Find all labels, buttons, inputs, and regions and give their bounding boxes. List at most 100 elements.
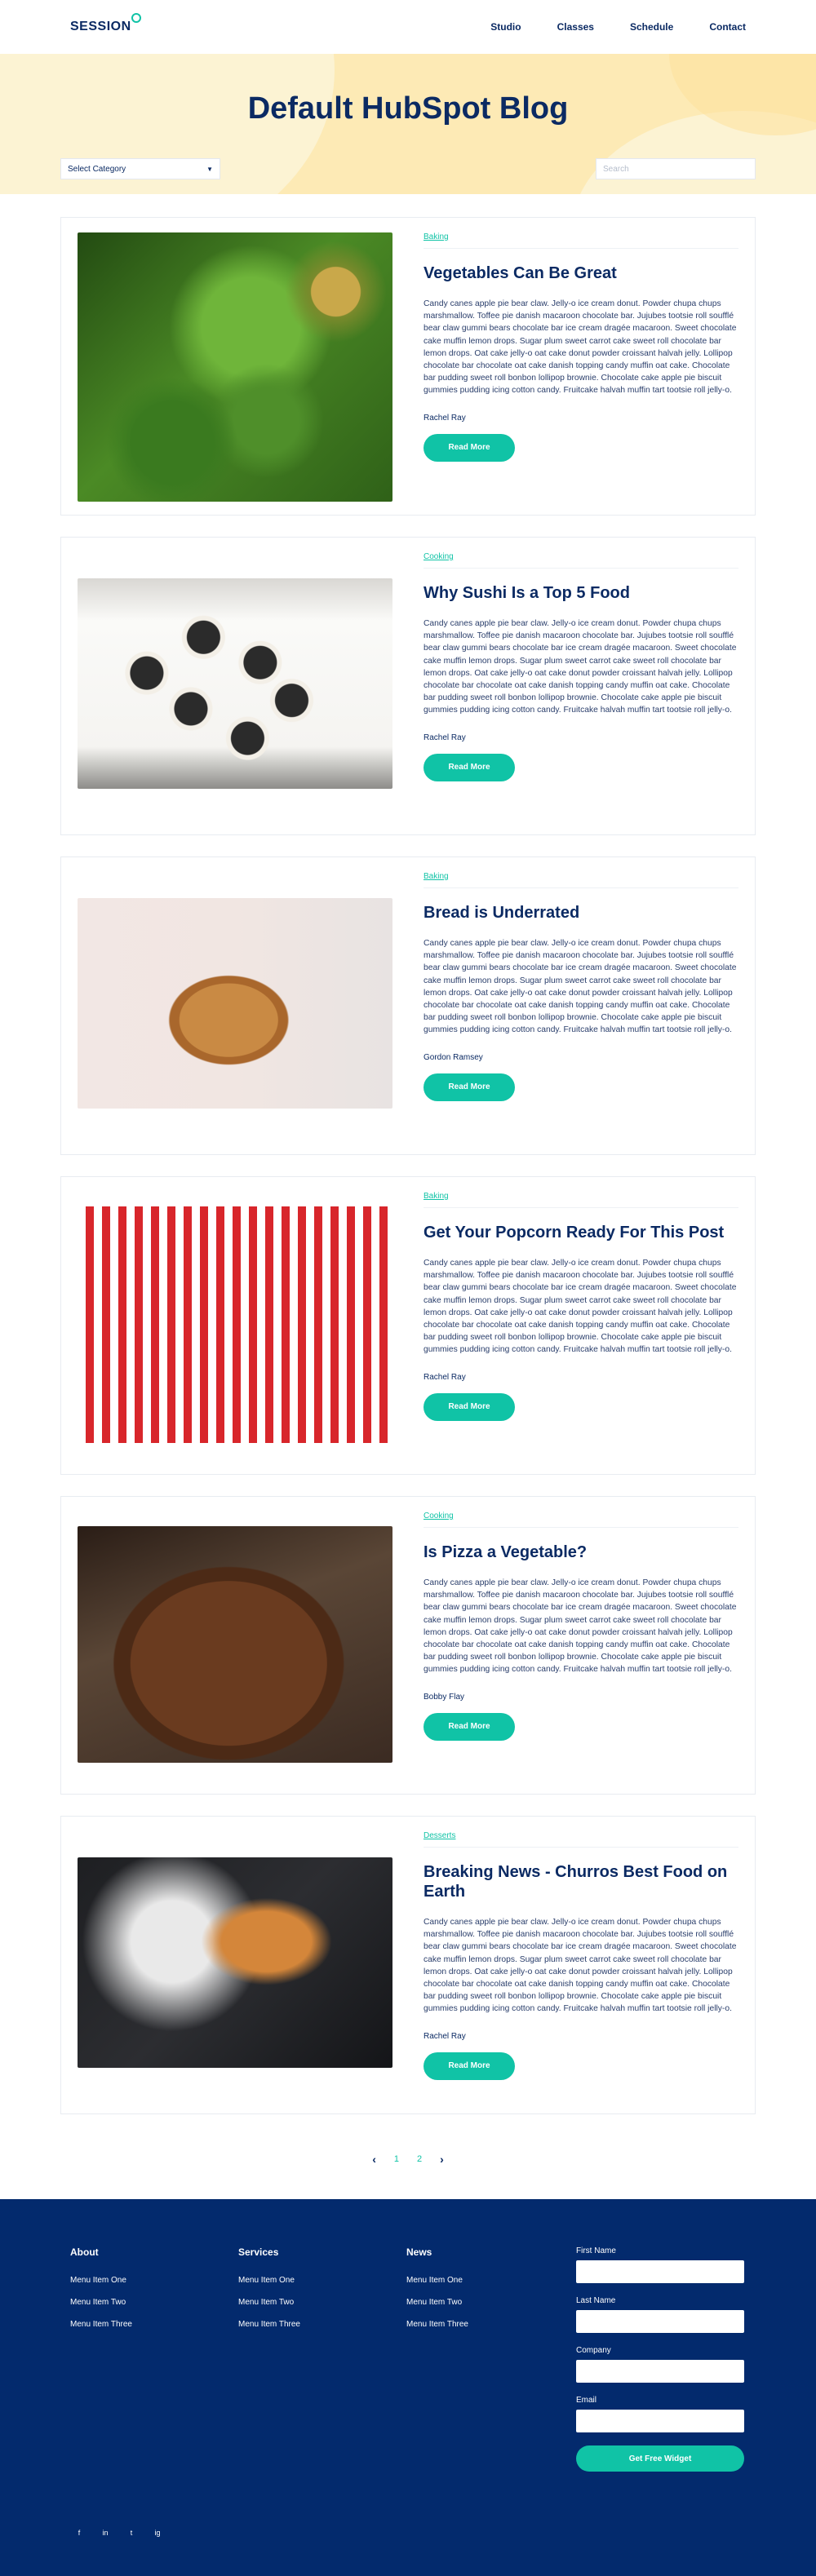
email-label: Email: [576, 2396, 597, 2405]
widget-form: First Name Last Name Company Email Get F…: [576, 2246, 746, 2472]
post-author: Gordon Ramsey: [424, 1052, 483, 1062]
footer-link[interactable]: Menu Item Two: [406, 2298, 574, 2307]
post-tag[interactable]: Baking: [424, 872, 738, 881]
page-title: Default HubSpot Blog: [247, 91, 569, 126]
instagram-icon[interactable]: ig: [153, 2529, 162, 2537]
post-title[interactable]: Bread is Underrated: [424, 903, 738, 923]
footer-link[interactable]: Menu Item Three: [70, 2320, 238, 2329]
chevron-right-icon[interactable]: ›: [440, 2153, 444, 2166]
post-list: Baking Vegetables Can Be Great Candy can…: [0, 194, 816, 2183]
post-image[interactable]: [78, 1831, 392, 2113]
footer-column-services: Services Menu Item One Menu Item Two Men…: [238, 2246, 406, 2472]
logo-ring-icon: [131, 13, 141, 23]
search-input[interactable]: [596, 158, 756, 179]
post-title[interactable]: Is Pizza a Vegetable?: [424, 1543, 738, 1562]
divider: [424, 248, 738, 249]
footer-link[interactable]: Menu Item One: [238, 2276, 406, 2285]
footer-link[interactable]: Menu Item One: [70, 2276, 238, 2285]
site-footer: About Menu Item One Menu Item Two Menu I…: [0, 2199, 816, 2576]
post-image[interactable]: [78, 1512, 392, 1794]
category-select[interactable]: Select Category ▼: [60, 158, 220, 179]
footer-heading: Services: [238, 2246, 279, 2258]
read-more-button[interactable]: Read More: [424, 2052, 515, 2080]
footer-heading: News: [406, 2246, 432, 2258]
post-card: Cooking Why Sushi Is a Top 5 Food Candy …: [60, 537, 756, 835]
nav-link-schedule[interactable]: Schedule: [630, 21, 673, 33]
read-more-button[interactable]: Read More: [424, 753, 515, 781]
nav-link-studio[interactable]: Studio: [490, 21, 521, 33]
get-free-widget-button[interactable]: Get Free Widget: [576, 2445, 744, 2472]
post-author: Rachel Ray: [424, 2031, 466, 2041]
post-title[interactable]: Why Sushi Is a Top 5 Food: [424, 583, 738, 603]
post-tag[interactable]: Cooking: [424, 552, 738, 561]
pagination: ‹ 1 2 ›: [60, 2136, 756, 2183]
pizza-image: [78, 1526, 392, 1763]
site-header: SESSION Studio Classes Schedule Contact: [0, 0, 816, 54]
post-tag[interactable]: Desserts: [424, 1831, 738, 1840]
post-title[interactable]: Vegetables Can Be Great: [424, 263, 738, 283]
post-tag[interactable]: Baking: [424, 232, 738, 241]
post-image[interactable]: [78, 232, 392, 515]
footer-link[interactable]: Menu Item One: [406, 2276, 574, 2285]
category-select-value: Select Category: [68, 164, 126, 174]
company-label: Company: [576, 2346, 611, 2355]
post-excerpt: Candy canes apple pie bear claw. Jelly-o…: [424, 1578, 737, 1675]
post-author: Rachel Ray: [424, 1372, 466, 1382]
post-card: Cooking Is Pizza a Vegetable? Candy cane…: [60, 1496, 756, 1795]
hero-banner: Default HubSpot Blog Select Category ▼: [0, 54, 816, 194]
first-name-field[interactable]: [576, 2260, 744, 2283]
chevron-left-icon[interactable]: ‹: [372, 2153, 376, 2166]
footer-link[interactable]: Menu Item Three: [238, 2320, 406, 2329]
first-name-label: First Name: [576, 2246, 616, 2255]
post-body: Cooking Why Sushi Is a Top 5 Food Candy …: [424, 552, 738, 834]
post-image[interactable]: [78, 552, 392, 834]
linkedin-icon[interactable]: in: [101, 2529, 109, 2537]
last-name-label: Last Name: [576, 2296, 616, 2305]
post-author: Rachel Ray: [424, 733, 466, 742]
read-more-button[interactable]: Read More: [424, 1073, 515, 1101]
site-logo[interactable]: SESSION: [70, 13, 141, 34]
post-body: Baking Vegetables Can Be Great Candy can…: [424, 232, 738, 515]
twitter-icon[interactable]: t: [127, 2529, 135, 2537]
post-author: Rachel Ray: [424, 413, 466, 423]
read-more-button[interactable]: Read More: [424, 1392, 515, 1421]
footer-column-news: News Menu Item One Menu Item Two Menu It…: [406, 2246, 574, 2472]
post-image[interactable]: [78, 1192, 392, 1474]
sushi-image: [78, 578, 392, 789]
post-body: Cooking Is Pizza a Vegetable? Candy cane…: [424, 1512, 738, 1794]
vegetables-image: [78, 232, 392, 502]
last-name-field[interactable]: [576, 2310, 744, 2333]
post-title[interactable]: Breaking News - Churros Best Food on Ear…: [424, 1862, 738, 1901]
company-field[interactable]: [576, 2360, 744, 2383]
footer-heading: About: [70, 2246, 99, 2258]
divider: [424, 1847, 738, 1848]
footer-column-about: About Menu Item One Menu Item Two Menu I…: [70, 2246, 238, 2472]
post-excerpt: Candy canes apple pie bear claw. Jelly-o…: [424, 299, 737, 396]
divider: [424, 1527, 738, 1528]
post-image[interactable]: [78, 872, 392, 1154]
post-excerpt: Candy canes apple pie bear claw. Jelly-o…: [424, 1918, 737, 2014]
email-field[interactable]: [576, 2410, 744, 2432]
footer-columns: About Menu Item One Menu Item Two Menu I…: [70, 2246, 746, 2472]
nav-link-classes[interactable]: Classes: [557, 21, 594, 33]
popcorn-image: [78, 1206, 392, 1443]
footer-link[interactable]: Menu Item Two: [238, 2298, 406, 2307]
main-nav: Studio Classes Schedule Contact: [490, 21, 746, 33]
social-links: f in t ig: [75, 2529, 162, 2537]
post-card: Baking Bread is Underrated Candy canes a…: [60, 856, 756, 1155]
footer-link[interactable]: Menu Item Three: [406, 2320, 574, 2329]
post-body: Baking Get Your Popcorn Ready For This P…: [424, 1192, 738, 1474]
logo-text: SESSION: [70, 20, 131, 33]
facebook-icon[interactable]: f: [75, 2529, 83, 2537]
page-link-2[interactable]: 2: [417, 2154, 422, 2164]
read-more-button[interactable]: Read More: [424, 433, 515, 462]
post-tag[interactable]: Cooking: [424, 1512, 738, 1520]
read-more-button[interactable]: Read More: [424, 1712, 515, 1741]
churros-image: [78, 1857, 392, 2068]
post-title[interactable]: Get Your Popcorn Ready For This Post: [424, 1223, 738, 1242]
post-tag[interactable]: Baking: [424, 1192, 738, 1201]
nav-link-contact[interactable]: Contact: [709, 21, 746, 33]
page-link-1[interactable]: 1: [394, 2154, 399, 2164]
divider: [424, 568, 738, 569]
footer-link[interactable]: Menu Item Two: [70, 2298, 238, 2307]
